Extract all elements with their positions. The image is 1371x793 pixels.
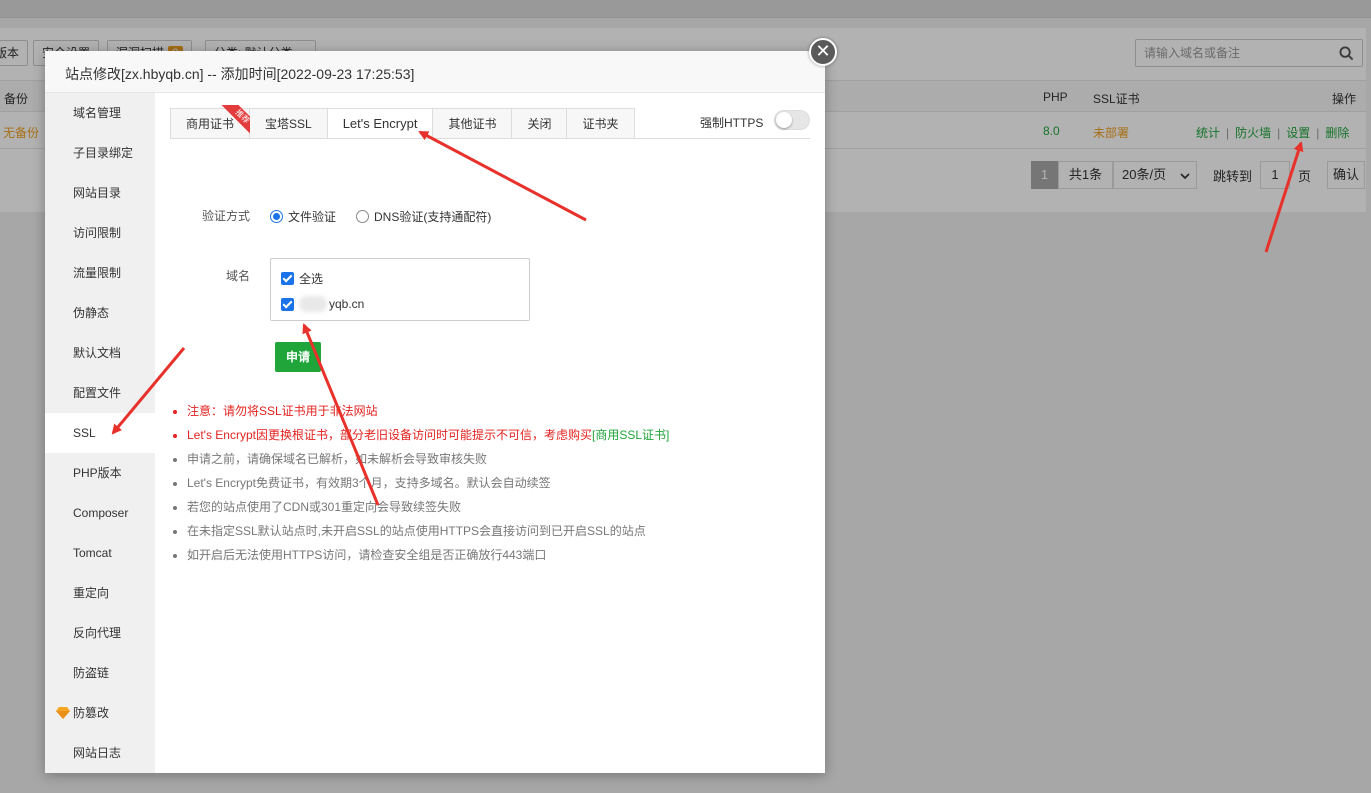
note-text: Let's Encrypt因更换根证书，部分老旧设备访问时可能提示不可信，考虑购…	[187, 428, 592, 442]
menu-item-rewrite[interactable]: 伪静态	[45, 293, 155, 333]
dialog-title: 站点修改[zx.hbyqb.cn] -- 添加时间[2022-09-23 17:…	[65, 66, 415, 82]
apply-button[interactable]: 申请	[275, 342, 321, 372]
tab-cert-folder[interactable]: 证书夹	[567, 108, 635, 139]
ssl-tabs: 商用证书 推荐 宝塔SSL Let's Encrypt 其他证书 关闭 证书夹	[170, 105, 635, 139]
domain-list: 全选 yqb.cn	[270, 258, 530, 321]
gem-icon	[56, 707, 70, 719]
note-item: 在未指定SSL默认站点时,未开启SSL的站点使用HTTPS会直接访问到已开启SS…	[187, 519, 813, 543]
site-edit-dialog: 站点修改[zx.hbyqb.cn] -- 添加时间[2022-09-23 17:…	[45, 38, 837, 773]
tab-divider	[170, 138, 810, 139]
menu-item-php-version[interactable]: PHP版本	[45, 453, 155, 493]
tab-baota-ssl[interactable]: 宝塔SSL	[250, 108, 328, 139]
menu-item-redirect[interactable]: 重定向	[45, 573, 155, 613]
verify-file-option[interactable]: 文件验证	[270, 208, 336, 225]
note-item: 若您的站点使用了CDN或301重定向会导致续签失败	[187, 495, 813, 519]
menu-item-hotlink-protection[interactable]: 防盗链	[45, 653, 155, 693]
menu-item-ssl[interactable]: SSL	[45, 413, 155, 453]
force-https-toggle[interactable]	[774, 110, 810, 130]
menu-item-reverse-proxy[interactable]: 反向代理	[45, 613, 155, 653]
menu-item-tomcat[interactable]: Tomcat	[45, 533, 155, 573]
verify-file-label: 文件验证	[288, 210, 337, 224]
menu-item-site-directory[interactable]: 网站目录	[45, 173, 155, 213]
redacted-blur	[299, 296, 327, 312]
select-all-option[interactable]: 全选	[281, 270, 323, 287]
note-item: 申请之前，请确保域名已解析，如未解析会导致审核失败	[187, 447, 813, 471]
menu-item-subdir-binding[interactable]: 子目录绑定	[45, 133, 155, 173]
tab-lets-encrypt[interactable]: Let's Encrypt	[327, 108, 434, 139]
menu-item-traffic-limit[interactable]: 流量限制	[45, 253, 155, 293]
verify-dns-radio[interactable]	[356, 210, 369, 223]
verify-dns-label: DNS验证(支持通配符)	[374, 210, 492, 224]
verify-dns-option[interactable]: DNS验证(支持通配符)	[356, 208, 491, 225]
domain-checkbox[interactable]	[281, 297, 294, 311]
select-all-label: 全选	[299, 272, 324, 286]
domain-option[interactable]: yqb.cn	[281, 296, 364, 312]
ssl-panel: 商用证书 推荐 宝塔SSL Let's Encrypt 其他证书 关闭 证书夹 …	[155, 93, 825, 773]
ssl-notes: 注意：请勿将SSL证书用于非法网站 Let's Encrypt因更换根证书，部分…	[173, 399, 813, 567]
menu-item-access-limit[interactable]: 访问限制	[45, 213, 155, 253]
menu-item-composer[interactable]: Composer	[45, 493, 155, 533]
verify-file-radio[interactable]	[270, 210, 283, 223]
menu-item-config-file[interactable]: 配置文件	[45, 373, 155, 413]
note-item: 如开启后无法使用HTTPS访问，请检查安全组是否正确放行443端口	[187, 543, 813, 567]
menu-item-domain[interactable]: 域名管理	[45, 93, 155, 133]
domain-label: 域名	[226, 269, 251, 283]
tab-other-cert[interactable]: 其他证书	[433, 108, 513, 139]
menu-item-tamper-proof[interactable]: 防篡改	[45, 693, 155, 733]
note-item: 注意：请勿将SSL证书用于非法网站	[187, 399, 813, 423]
site-settings-menu: 域名管理 子目录绑定 网站目录 访问限制 流量限制 伪静态 默认文档 配置文件 …	[45, 93, 155, 773]
menu-item-site-log[interactable]: 网站日志	[45, 733, 155, 773]
domain-name: yqb.cn	[329, 297, 365, 311]
dialog-header: 站点修改[zx.hbyqb.cn] -- 添加时间[2022-09-23 17:…	[45, 51, 825, 93]
force-https-label: 强制HTTPS	[700, 116, 764, 130]
note-item: Let's Encrypt免费证书，有效期3个月，支持多域名。默认会自动续签	[187, 471, 813, 495]
note-item: Let's Encrypt因更换根证书，部分老旧设备访问时可能提示不可信，考虑购…	[187, 423, 813, 447]
menu-item-tamper-proof-label: 防篡改	[73, 706, 110, 720]
tab-commercial-cert-label: 商用证书	[186, 117, 235, 131]
tab-commercial-cert[interactable]: 商用证书 推荐	[170, 105, 256, 139]
verify-method-label: 验证方式	[202, 209, 251, 223]
close-button[interactable]: ✕	[809, 38, 837, 66]
tab-close[interactable]: 关闭	[512, 108, 568, 139]
menu-item-default-doc[interactable]: 默认文档	[45, 333, 155, 373]
close-icon: ✕	[815, 41, 831, 61]
commercial-ssl-link[interactable]: [商用SSL证书]	[592, 428, 669, 442]
select-all-checkbox[interactable]	[281, 272, 294, 285]
